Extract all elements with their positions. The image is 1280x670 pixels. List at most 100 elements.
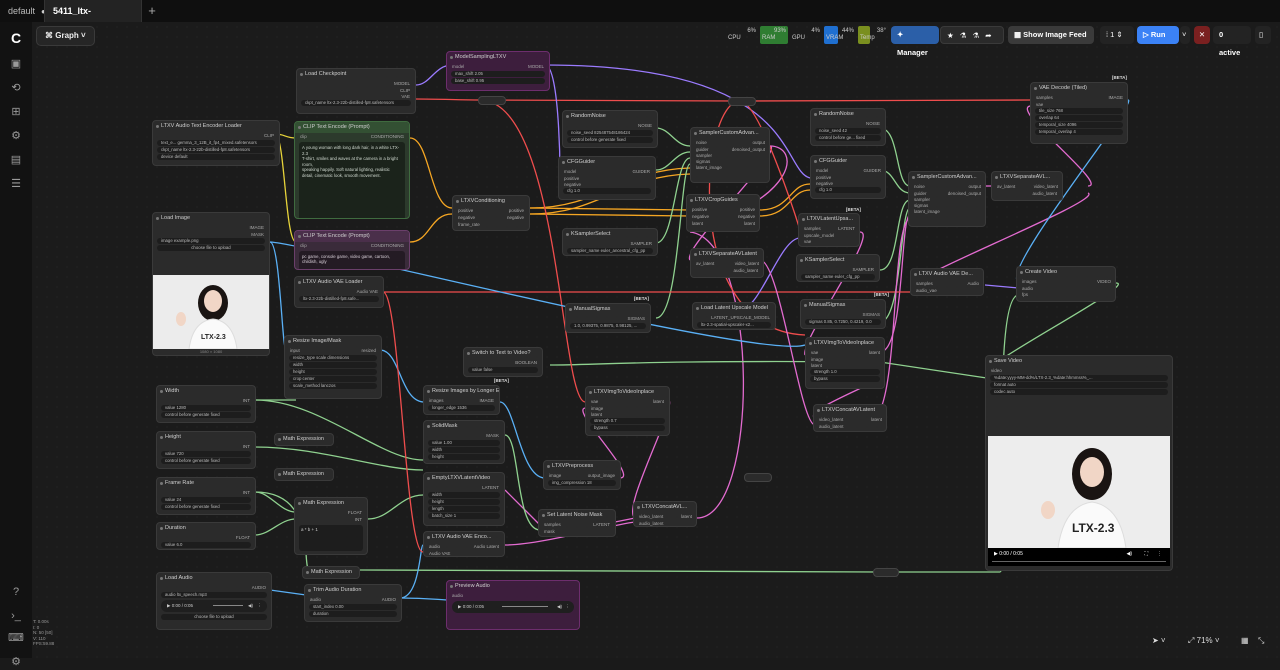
share-icon[interactable]: ➦ <box>985 31 997 40</box>
height-widget[interactable]: height <box>428 499 500 505</box>
value-widget[interactable]: value 720 <box>161 451 251 457</box>
control-widget[interactable]: control before generate fixed <box>161 412 251 418</box>
node-ksampler-select-2[interactable]: KSamplerSelect SAMPLER sampler_name eule… <box>796 254 880 282</box>
fullscreen-icon[interactable]: ⛶ <box>1144 548 1148 560</box>
overlap-widget[interactable]: overlap 64 <box>1035 115 1123 121</box>
scale-method-widget[interactable]: scale_method lanczos <box>289 383 377 389</box>
node-ltxv-img-to-video-2[interactable]: LTXVImgToVideoInplace vae latent image la… <box>805 337 885 389</box>
node-vae-decode-tiled[interactable]: VAE Decode (Tiled) samples IMAGE vae tile… <box>1030 82 1128 144</box>
value-widget[interactable]: value false <box>468 367 538 373</box>
node-load-latent-upscale-model[interactable]: Load Latent Upscale Model LATENT_UPSCALE… <box>692 302 776 330</box>
star-icon[interactable]: ★ <box>947 31 960 40</box>
node-sampler-custom-advanced-2[interactable]: SamplerCustomAdvan... noise output guider… <box>908 171 986 227</box>
node-ltxv-concat-avl-1[interactable]: LTXVConcatAVL... video_latent latent audi… <box>633 501 697 527</box>
upload-button[interactable]: choose file to upload <box>157 245 265 251</box>
upload-audio-button[interactable]: choose file to upload <box>161 614 267 620</box>
node-ltxv-audio-vae-encode[interactable]: LTXV Audio VAE Enco... audio Audio Latent… <box>423 531 505 557</box>
volume-icon[interactable]: ◀) <box>557 601 562 613</box>
sampler-name-widget[interactable]: sampler_name euler_cfg_pp <box>801 274 875 280</box>
noise-seed-widget[interactable]: noise_seed 825487548186424 <box>567 130 653 136</box>
zoom-control[interactable]: ⤢ 71% ˅ <box>1188 632 1238 650</box>
active-queue-badge[interactable]: 0 active <box>1213 26 1251 57</box>
cfg-widget[interactable]: cfg 1.0 <box>815 187 881 193</box>
image-widget[interactable]: image example.png <box>157 238 265 244</box>
select-tool-button[interactable]: ➤ ˅ <box>1152 632 1182 650</box>
text-encoder-widget[interactable]: text_e... gemma_3_12B_it_fp4_mixed.safet… <box>157 140 275 146</box>
value-widget[interactable]: value 24 <box>161 497 251 503</box>
manager-button[interactable]: ✦ Manager <box>891 26 939 57</box>
minimap-icon[interactable]: ▦ <box>1241 632 1253 650</box>
start-index-widget[interactable]: start_index 0.00 <box>309 604 397 610</box>
img-compression-widget[interactable]: img_compression 18 <box>548 480 616 486</box>
max-shift-widget[interactable]: max_shift 2.05 <box>451 71 545 77</box>
width-widget[interactable]: width <box>428 492 500 498</box>
node-manual-sigmas-1[interactable]: ManualSigmas SIGMAS 1.0, 0.99375, 0.9875… <box>565 303 651 333</box>
panel-toggle-icon[interactable]: ▯ <box>1255 26 1271 44</box>
link-visibility-icon[interactable]: ⤡ <box>1258 632 1270 650</box>
node-ltxv-separate-av-latent-2[interactable]: LTXVSeparateAVL... av_latent video_latent… <box>991 171 1063 201</box>
node-duration[interactable]: Duration FLOAT value 6.0 <box>156 522 256 550</box>
node-ltxv-crop-guides[interactable]: LTXVCropGuides positive positive negative… <box>686 194 760 232</box>
node-ltxv-audio-vae-decode[interactable]: LTXV Audio VAE De... samples Audio audio_… <box>910 268 984 296</box>
node-set-latent-noise-mask[interactable]: Set Latent Noise Mask samples LATENT mask <box>538 509 616 537</box>
audio-progress-track[interactable] <box>502 606 548 607</box>
node-ltxv-concat-av-latent-2[interactable]: LTXVConcatAVLatent video_latent latent au… <box>813 404 887 432</box>
bypass-widget[interactable]: bypass <box>810 376 880 382</box>
node-cfg-guider-2[interactable]: CFGGuider model GUIDER positive negative … <box>810 155 886 199</box>
tile-size-widget[interactable]: tile_size 768 <box>1035 108 1123 114</box>
model-name-widget[interactable]: ltx-2.3-spatial-upscaler-x2... <box>697 322 771 328</box>
node-solid-mask[interactable]: SolidMask MASK value 1.00 width height <box>423 420 505 464</box>
node-frame-rate[interactable]: Frame Rate INT value 24 control before g… <box>156 477 256 515</box>
node-model-sampling[interactable]: ModelSamplingLTXV model MODEL max_shift 2… <box>446 51 550 91</box>
graph-mode-button[interactable]: ⌘ Graph ˅ <box>36 26 95 46</box>
resize-type-widget[interactable]: resize_type scale dimensions <box>289 355 377 361</box>
more-icon[interactable]: ⋮ <box>566 601 571 613</box>
temporal-overlap-widget[interactable]: temporal_overlap 4 <box>1035 129 1123 135</box>
node-ltxv-preprocess[interactable]: LTXVPreprocess image output_image img_com… <box>543 460 621 490</box>
queue-count-stepper[interactable]: ⁞ 1 ⇕ <box>1100 26 1134 44</box>
more-icon[interactable]: ⋮ <box>258 600 263 612</box>
node-empty-ltxv-latent-video[interactable]: EmptyLTXVLatentVideo LATENT width height… <box>423 472 505 526</box>
value-widget[interactable]: value 1.00 <box>428 440 500 446</box>
device-widget[interactable]: device default <box>157 154 275 160</box>
node-trim-audio-duration[interactable]: Trim Audio Duration audio AUDIO start_ind… <box>304 584 402 622</box>
node-clip-text-encode-positive[interactable]: CLIP Text Encode (Prompt) clip CONDITIONI… <box>294 121 410 219</box>
video-preview[interactable]: LTX-2.3 ▶ 0:00 / 0:05 ◀) ⛶ ⋮ <box>988 436 1170 566</box>
height-widget[interactable]: height <box>289 369 377 375</box>
base-shift-widget[interactable]: base_shift 0.95 <box>451 78 545 84</box>
node-math-expression-main[interactable]: Math Expression FLOAT INT a * b + 1 <box>294 497 368 555</box>
audio-progress-track[interactable] <box>213 605 243 606</box>
node-ltxv-separate-av-latent-1[interactable]: LTXVSeparateAVLatent av_latent video_late… <box>690 248 764 278</box>
node-math-expression-1[interactable]: Math Expression <box>274 433 334 446</box>
control-widget[interactable]: control before ge... fixed <box>815 135 881 141</box>
format-widget[interactable]: format auto <box>990 382 1168 388</box>
node-clip-text-encode-negative[interactable]: CLIP Text Encode (Prompt) clip CONDITIONI… <box>294 230 410 270</box>
show-image-feed-button[interactable]: ▦ Show Image Feed <box>1008 26 1094 44</box>
node-ksampler-select-1[interactable]: KSamplerSelect SAMPLER sampler_name eule… <box>562 228 658 256</box>
value-widget[interactable]: value 6.0 <box>161 542 251 548</box>
node-sampler-custom-advanced-1[interactable]: SamplerCustomAdvan... noise output guider… <box>690 127 770 183</box>
node-manual-sigmas-2[interactable]: ManualSigmas SIGMAS sigmas 0.85, 0.7250,… <box>800 299 886 329</box>
node-math-expression-2[interactable]: Math Expression <box>274 468 334 481</box>
reroute-node[interactable] <box>728 97 756 106</box>
node-save-video[interactable]: Save Video video %date:yyyy-MM-dd%/LTX-2… <box>985 355 1173 571</box>
ckpt-widget[interactable]: ltx-2.3-22b-distilled-fp8.safe... <box>299 296 379 302</box>
crop-widget[interactable]: crop center <box>289 376 377 382</box>
video-progress-track[interactable] <box>992 561 1166 562</box>
ckpt-name-widget[interactable]: ckpt_name ltx-2.3-22b-distilled-fp8.safe… <box>301 100 411 106</box>
cancel-run-icon[interactable]: ✕ <box>1194 26 1210 44</box>
node-width[interactable]: Width INT value 1280 control before gene… <box>156 385 256 423</box>
flask-icon[interactable]: ⚗ <box>960 31 973 40</box>
batch-size-widget[interactable]: batch_size 1 <box>428 513 500 519</box>
node-switch-text-to-video[interactable]: Switch to Text to Video? BOOLEAN value f… <box>463 347 543 377</box>
width-widget[interactable]: width <box>428 447 500 453</box>
volume-icon[interactable]: ◀) <box>1126 548 1132 560</box>
bypass-widget[interactable]: bypass <box>590 425 665 431</box>
cfg-widget[interactable]: cfg 1.0 <box>563 188 651 194</box>
codec-widget[interactable]: codec auto <box>990 389 1168 395</box>
more-icon[interactable]: ⋮ <box>1157 548 1162 560</box>
node-create-video[interactable]: Create Video images VIDEO audio fps <box>1016 266 1116 302</box>
flask-icon[interactable]: ⚗ <box>972 31 985 40</box>
value-widget[interactable]: value 1280 <box>161 405 251 411</box>
noise-seed-widget[interactable]: noise_seed 42 <box>815 128 881 134</box>
